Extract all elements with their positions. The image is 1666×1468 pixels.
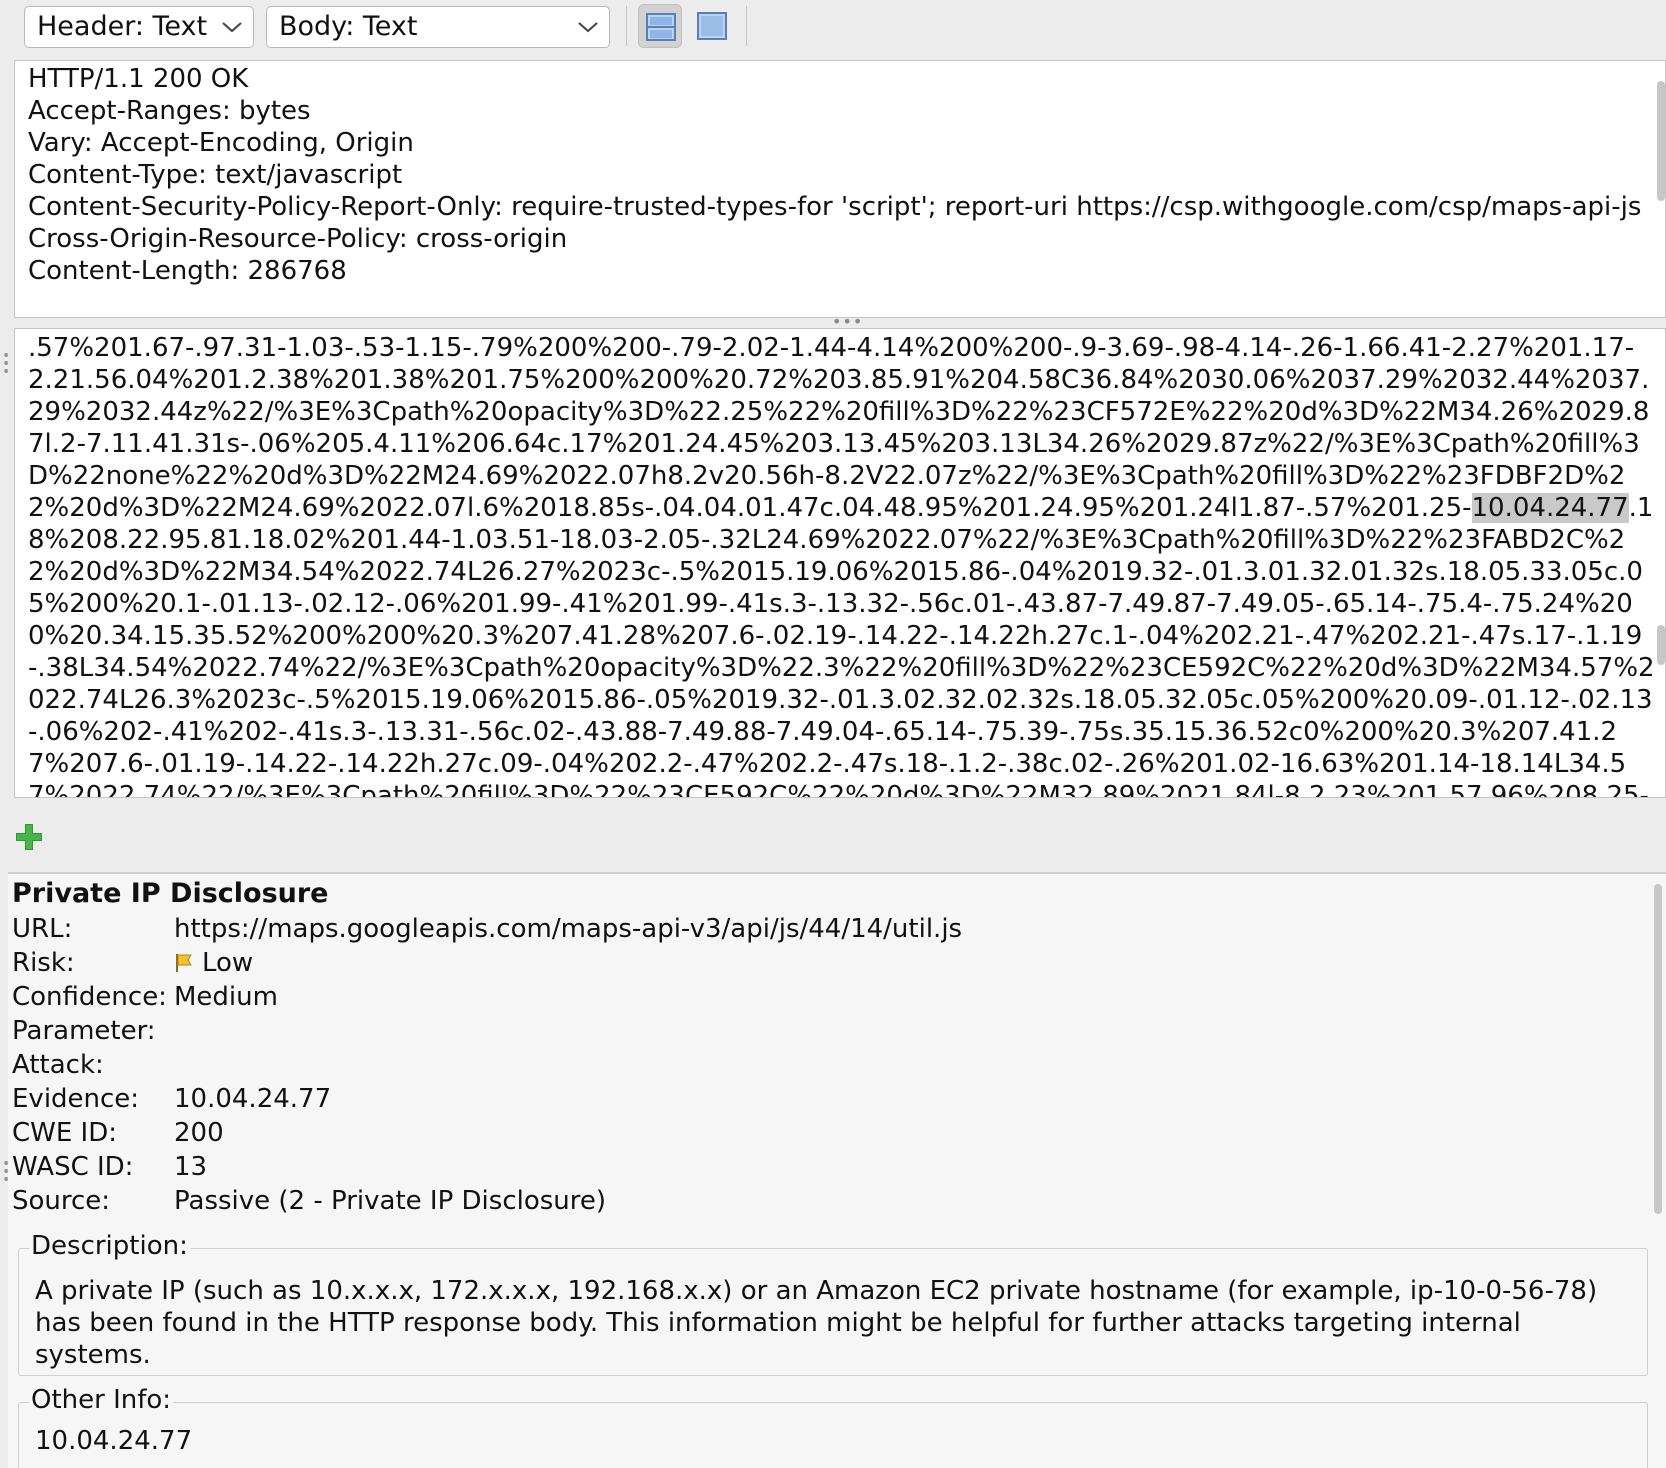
body-scrollbar[interactable]	[1657, 625, 1665, 665]
alert-scrollbar[interactable]	[1654, 884, 1662, 1214]
split-view-button[interactable]	[638, 4, 682, 48]
field-label: URL:	[12, 914, 73, 944]
split-view-icon	[646, 13, 676, 41]
response-body-pane[interactable]: .57%201.67-.97.31-1.03-.53-1.15-.79%200%…	[14, 328, 1666, 798]
single-view-icon	[697, 12, 727, 40]
description-box: Description: A private IP (such as 10.x.…	[18, 1229, 1648, 1376]
field-label: Evidence:	[12, 1084, 140, 1114]
risk-value-wrap: Low	[174, 946, 253, 980]
field-value: Medium	[174, 982, 278, 1012]
field-label: Attack:	[12, 1050, 104, 1080]
add-icon[interactable]	[14, 822, 44, 852]
response-header-pane[interactable]: HTTP/1.1 200 OK Accept-Ranges: bytes Var…	[14, 60, 1666, 318]
vertical-splitter-handle[interactable]: • • •	[2, 1157, 10, 1187]
header-scrollbar[interactable]	[1657, 81, 1665, 201]
alert-toolbar	[0, 798, 1666, 870]
field-label: Source:	[12, 1186, 111, 1216]
field-label: WASC ID:	[12, 1152, 134, 1182]
toolbar-separator	[626, 6, 627, 46]
description-text[interactable]: A private IP (such as 10.x.x.x, 172.x.x.…	[35, 1275, 1635, 1371]
description-label: Description:	[29, 1229, 190, 1263]
flag-icon	[176, 954, 192, 972]
alert-title: Private IP Disclosure	[12, 878, 329, 909]
body-text-before: .57%201.67-.97.31-1.03-.53-1.15-.79%200%…	[28, 333, 1650, 523]
header-format-label: Header: Text	[37, 11, 208, 42]
header-format-select[interactable]: Header: Text	[24, 6, 254, 48]
body-format-label: Body: Text	[279, 11, 418, 42]
field-label: Parameter:	[12, 1016, 156, 1046]
field-label: Confidence:	[12, 982, 167, 1012]
other-info-box: Other Info: 10.04.24.77	[18, 1383, 1648, 1468]
field-label: CWE ID:	[12, 1118, 118, 1148]
field-value: https://maps.googleapis.com/maps-api-v3/…	[174, 914, 963, 944]
field-value: Passive (2 - Private IP Disclosure)	[174, 1186, 607, 1216]
field-value: 10.04.24.77	[174, 1084, 332, 1114]
field-value: Low	[202, 948, 254, 978]
chevron-down-icon	[578, 22, 598, 33]
other-info-text[interactable]: 10.04.24.77	[35, 1425, 1635, 1457]
field-label: Risk:	[12, 948, 75, 978]
chevron-down-icon	[222, 22, 242, 33]
field-value: 13	[174, 1152, 208, 1182]
toolbar-separator	[746, 6, 747, 46]
response-body-text[interactable]: .57%201.67-.97.31-1.03-.53-1.15-.79%200%…	[28, 332, 1658, 798]
vertical-splitter-handle[interactable]: • • •	[2, 349, 10, 379]
body-format-select[interactable]: Body: Text	[266, 6, 610, 48]
response-header-text[interactable]: HTTP/1.1 200 OK Accept-Ranges: bytes Var…	[28, 63, 1648, 287]
highlighted-evidence: 10.04.24.77	[1471, 493, 1629, 523]
toolbar: Header: Text Body: Text	[0, 0, 1666, 56]
other-info-label: Other Info:	[29, 1383, 174, 1417]
alert-details-pane: Private IP Disclosure URL: https://maps.…	[8, 872, 1666, 1468]
single-view-button[interactable]	[690, 4, 734, 48]
field-value: 200	[174, 1118, 224, 1148]
body-text-after: .18%208.22.95.81.18.02%201.44-1.03.51-18…	[28, 493, 1658, 798]
